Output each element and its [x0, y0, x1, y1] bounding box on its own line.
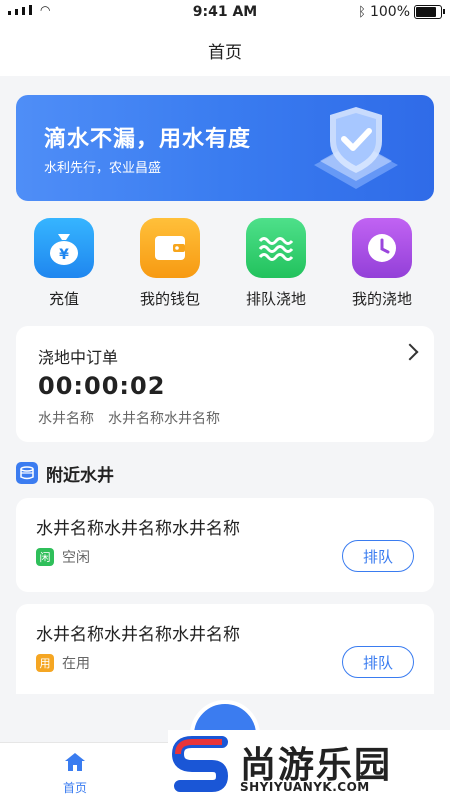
- order-well-value: 水井名称水井名称: [108, 411, 220, 427]
- water-waves-icon: [246, 218, 306, 278]
- well-icon: [16, 462, 38, 484]
- well-name: 水井名称水井名称水井名称: [36, 625, 240, 645]
- order-well-info: 水井名称 水井名称水井名称: [38, 408, 220, 428]
- nav-header: 首页: [0, 24, 450, 76]
- nearby-wells-header: 附近水井: [16, 460, 114, 486]
- status-text: 空闲: [62, 550, 90, 566]
- action-recharge[interactable]: ¥ 充值: [14, 218, 114, 309]
- wallet-icon: [140, 218, 200, 278]
- tab-home-label: 首页: [62, 781, 87, 795]
- order-title: 浇地中订单: [38, 348, 119, 367]
- action-label: 我的浇地: [351, 290, 412, 308]
- quick-actions: ¥ 充值 我的钱包 排队浇地 我的浇地: [0, 218, 450, 310]
- well-status: 闲 空闲: [36, 547, 90, 567]
- clock-icon: [352, 218, 412, 278]
- tab-home[interactable]: 首页: [45, 751, 105, 796]
- section-title: 附近水井: [46, 465, 114, 486]
- action-label: 我的钱包: [139, 290, 200, 308]
- home-icon: [65, 753, 85, 771]
- page-title: 首页: [208, 43, 242, 63]
- money-bag-icon: ¥: [34, 218, 94, 278]
- action-label: 排队浇地: [245, 290, 306, 308]
- queue-button[interactable]: 排队: [342, 540, 414, 572]
- status-badge: 用: [36, 654, 54, 672]
- action-wallet[interactable]: 我的钱包: [120, 218, 220, 309]
- order-timer: 00:00:02: [38, 372, 166, 400]
- well-card[interactable]: 水井名称水井名称水井名称 闲 空闲 排队: [16, 498, 434, 592]
- action-label: 充值: [48, 290, 79, 308]
- well-status: 用 在用: [36, 653, 90, 673]
- action-my-irrigation[interactable]: 我的浇地: [332, 218, 432, 309]
- well-card[interactable]: 水井名称水井名称水井名称 用 在用 排队: [16, 604, 434, 694]
- action-queue-irrigate[interactable]: 排队浇地: [226, 218, 326, 309]
- status-bar: ◠ 9:41 AM ᛒ 100%: [0, 0, 450, 24]
- well-name: 水井名称水井名称水井名称: [36, 519, 240, 539]
- watermark-url: SHYIYUANYK.COM: [240, 780, 370, 794]
- chevron-right-icon: [401, 343, 419, 361]
- bluetooth-icon: ᛒ: [358, 4, 366, 20]
- shield-check-icon: [314, 107, 398, 189]
- svg-text:¥: ¥: [59, 247, 69, 263]
- banner-title: 滴水不漏，用水有度: [44, 127, 252, 152]
- order-well-label: 水井名称: [38, 411, 94, 427]
- promo-banner[interactable]: 滴水不漏，用水有度 水利先行，农业昌盛: [16, 95, 434, 201]
- status-badge: 闲: [36, 548, 54, 566]
- watermark-logo-icon: [172, 736, 229, 792]
- banner-subtitle: 水利先行，农业昌盛: [44, 161, 162, 176]
- queue-button[interactable]: 排队: [342, 646, 414, 678]
- watermark: 尚游乐园 SHYIYUANYK.COM: [168, 730, 450, 800]
- battery-percent: 100%: [369, 4, 410, 20]
- active-order-card[interactable]: 浇地中订单 00:00:02 水井名称 水井名称水井名称: [16, 326, 434, 442]
- battery-icon: [414, 5, 445, 19]
- status-text: 在用: [62, 656, 90, 672]
